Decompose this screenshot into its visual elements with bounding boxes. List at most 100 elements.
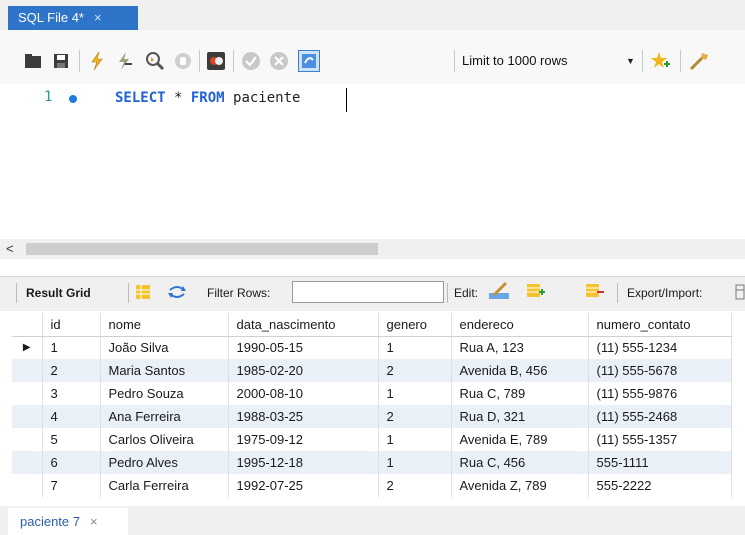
cell-endereco[interactable]: Avenida Z, 789 bbox=[451, 474, 589, 497]
cell-id[interactable]: 3 bbox=[42, 382, 101, 405]
cell-data-nascimento[interactable]: 1990-05-15 bbox=[228, 336, 379, 359]
cell-data-nascimento[interactable]: 1995-12-18 bbox=[228, 451, 379, 474]
grid-layout-icon[interactable] bbox=[135, 284, 151, 303]
column-header-genero[interactable]: genero bbox=[378, 313, 452, 337]
cell-numero-contato[interactable]: (11) 555-2468 bbox=[588, 405, 732, 428]
stop-icon[interactable] bbox=[172, 50, 194, 72]
row-marker bbox=[12, 451, 43, 474]
cell-endereco[interactable]: Rua C, 789 bbox=[451, 382, 589, 405]
column-header-endereco[interactable]: endereco bbox=[451, 313, 589, 337]
keyword-from: FROM bbox=[190, 90, 225, 106]
bookmark-icon[interactable] bbox=[650, 50, 672, 72]
cell-endereco[interactable]: Rua D, 321 bbox=[451, 405, 589, 428]
toggle-autocommit-icon[interactable] bbox=[205, 50, 227, 72]
save-icon[interactable] bbox=[50, 50, 72, 72]
text-cursor bbox=[346, 88, 347, 112]
row-marker bbox=[12, 428, 43, 451]
cell-endereco[interactable]: Avenida B, 456 bbox=[451, 359, 589, 382]
edit-row-icon[interactable] bbox=[488, 281, 510, 304]
execute-line-icon[interactable] bbox=[114, 50, 136, 72]
cell-data-nascimento[interactable]: 1975-09-12 bbox=[228, 428, 379, 451]
cell-numero-contato[interactable]: (11) 555-1234 bbox=[588, 336, 732, 359]
row-marker bbox=[12, 359, 43, 382]
table-row[interactable]: 5 Carlos Oliveira 1975-09-12 1 Avenida E… bbox=[12, 428, 732, 451]
table-row[interactable]: 4 Ana Ferreira 1988-03-25 2 Rua D, 321 (… bbox=[12, 405, 732, 428]
cell-data-nascimento[interactable]: 1988-03-25 bbox=[228, 405, 379, 428]
row-marker bbox=[12, 405, 43, 428]
export-import-label: Export/Import: bbox=[627, 286, 703, 300]
result-tab-title: paciente 7 bbox=[20, 514, 80, 529]
cell-data-nascimento[interactable]: 2000-08-10 bbox=[228, 382, 379, 405]
filter-rows-label: Filter Rows: bbox=[207, 286, 271, 300]
cell-data-nascimento[interactable]: 1992-07-25 bbox=[228, 474, 379, 497]
tab-result-paciente[interactable]: paciente 7 × bbox=[8, 508, 128, 535]
code-table: paciente bbox=[224, 90, 301, 106]
column-header-id[interactable]: id bbox=[42, 313, 101, 337]
cell-endereco[interactable]: Rua A, 123 bbox=[451, 336, 589, 359]
cell-genero[interactable]: 1 bbox=[378, 451, 452, 474]
cell-data-nascimento[interactable]: 1985-02-20 bbox=[228, 359, 379, 382]
explain-icon[interactable] bbox=[144, 50, 166, 72]
table-row[interactable]: 3 Pedro Souza 2000-08-10 1 Rua C, 789 (1… bbox=[12, 382, 732, 405]
scrollbar-thumb[interactable] bbox=[26, 243, 378, 255]
cell-genero[interactable]: 2 bbox=[378, 359, 452, 382]
refresh-arrows-icon[interactable] bbox=[167, 284, 187, 303]
cell-genero[interactable]: 1 bbox=[378, 382, 452, 405]
filter-rows-input[interactable] bbox=[292, 281, 444, 303]
cell-nome[interactable]: Carla Ferreira bbox=[100, 474, 229, 497]
row-marker bbox=[12, 382, 43, 405]
cell-nome[interactable]: Pedro Souza bbox=[100, 382, 229, 405]
beautify-icon[interactable] bbox=[688, 50, 710, 72]
cell-id[interactable]: 7 bbox=[42, 474, 101, 497]
tab-title: SQL File 4* bbox=[18, 10, 84, 25]
cell-endereco[interactable]: Rua C, 456 bbox=[451, 451, 589, 474]
folder-open-icon[interactable] bbox=[22, 50, 44, 72]
cell-id[interactable]: 6 bbox=[42, 451, 101, 474]
table-row[interactable]: 2 Maria Santos 1985-02-20 2 Avenida B, 4… bbox=[12, 359, 732, 382]
toggle-icon[interactable] bbox=[298, 50, 320, 72]
rollback-icon[interactable] bbox=[268, 50, 290, 72]
cell-endereco[interactable]: Avenida E, 789 bbox=[451, 428, 589, 451]
cell-id[interactable]: 4 bbox=[42, 405, 101, 428]
cell-genero[interactable]: 1 bbox=[378, 336, 452, 359]
close-icon[interactable]: × bbox=[90, 514, 98, 535]
commit-icon[interactable] bbox=[240, 50, 262, 72]
cell-numero-contato[interactable]: (11) 555-5678 bbox=[588, 359, 732, 382]
limit-rows-select[interactable]: Limit to 1000 rows bbox=[462, 50, 568, 72]
delete-row-icon[interactable] bbox=[585, 283, 605, 302]
scroll-left-icon[interactable]: < bbox=[6, 241, 14, 256]
column-header-data-nascimento[interactable]: data_nascimento bbox=[228, 313, 379, 337]
cell-genero[interactable]: 1 bbox=[378, 428, 452, 451]
current-row-icon: ▶ bbox=[12, 336, 43, 359]
tab-sql-file[interactable]: SQL File 4* × bbox=[8, 6, 138, 30]
export-icon[interactable] bbox=[735, 284, 745, 303]
line-number: 1 bbox=[44, 89, 53, 105]
column-header-nome[interactable]: nome bbox=[100, 313, 229, 337]
cell-id[interactable]: 2 bbox=[42, 359, 101, 382]
result-grid-button[interactable]: Result Grid bbox=[26, 286, 91, 300]
cell-numero-contato[interactable]: 555-2222 bbox=[588, 474, 732, 497]
execute-icon[interactable] bbox=[86, 50, 108, 72]
cell-numero-contato[interactable]: (11) 555-9876 bbox=[588, 382, 732, 405]
column-header-numero-contato[interactable]: numero_contato bbox=[588, 313, 732, 337]
cell-numero-contato[interactable]: (11) 555-1357 bbox=[588, 428, 732, 451]
table-row[interactable]: 6 Pedro Alves 1995-12-18 1 Rua C, 456 55… bbox=[12, 451, 732, 474]
cell-nome[interactable]: Ana Ferreira bbox=[100, 405, 229, 428]
cell-nome[interactable]: Maria Santos bbox=[100, 359, 229, 382]
cell-nome[interactable]: Carlos Oliveira bbox=[100, 428, 229, 451]
cell-id[interactable]: 5 bbox=[42, 428, 101, 451]
cell-numero-contato[interactable]: 555-1111 bbox=[588, 451, 732, 474]
cell-nome[interactable]: João Silva bbox=[100, 336, 229, 359]
table-row[interactable]: ▶ 1 João Silva 1990-05-15 1 Rua A, 123 (… bbox=[12, 336, 732, 359]
close-icon[interactable]: × bbox=[94, 10, 102, 30]
cell-genero[interactable]: 2 bbox=[378, 405, 452, 428]
result-grid[interactable]: id nome data_nascimento genero endereco … bbox=[12, 313, 732, 497]
table-row[interactable]: 7 Carla Ferreira 1992-07-25 2 Avenida Z,… bbox=[12, 474, 732, 497]
grid-header-row: id nome data_nascimento genero endereco … bbox=[12, 313, 732, 337]
cell-id[interactable]: 1 bbox=[42, 336, 101, 359]
cell-nome[interactable]: Pedro Alves bbox=[100, 451, 229, 474]
sql-code-line[interactable]: SELECT * FROM paciente bbox=[115, 90, 300, 106]
add-row-icon[interactable] bbox=[526, 283, 546, 302]
cell-genero[interactable]: 2 bbox=[378, 474, 452, 497]
dropdown-arrow-icon[interactable]: ▼ bbox=[626, 50, 635, 72]
